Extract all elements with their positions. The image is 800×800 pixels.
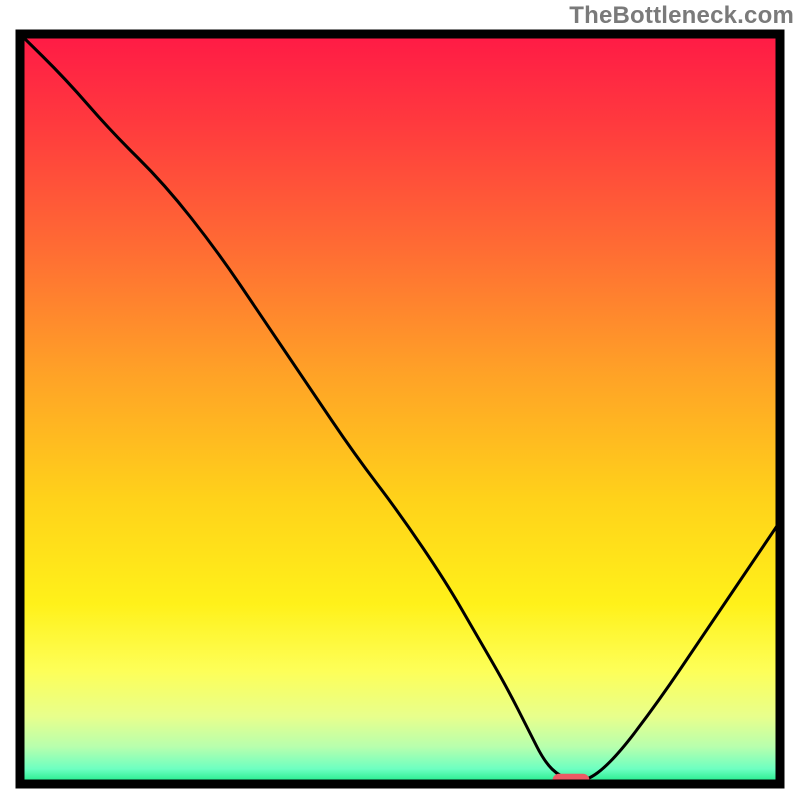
chart-stage: TheBottleneck.com (0, 0, 800, 800)
plot-background (20, 34, 780, 784)
bottleneck-chart (0, 0, 800, 800)
